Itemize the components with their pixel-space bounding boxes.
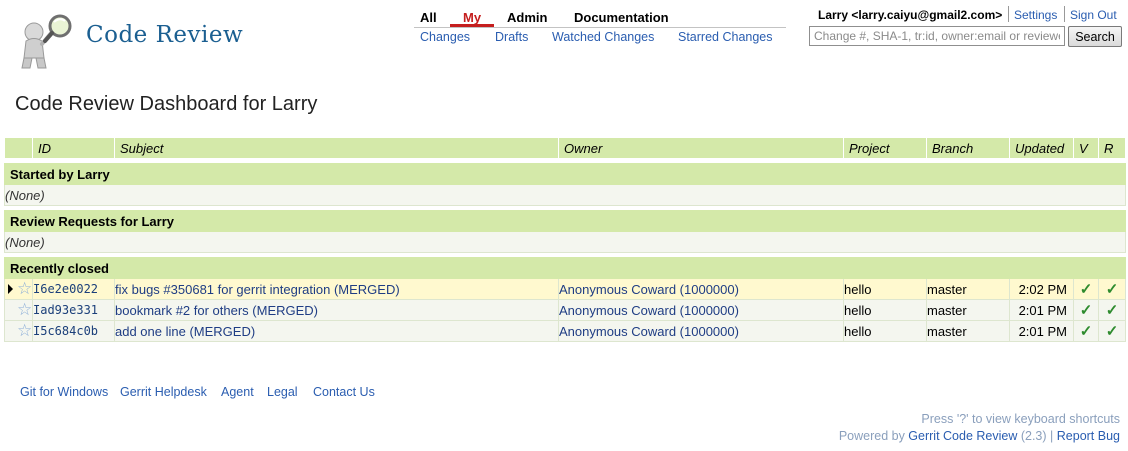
change-id[interactable]: I6e2e0022 bbox=[32, 278, 115, 300]
menu-divider bbox=[414, 27, 786, 28]
verified-check-icon: ✓ bbox=[1073, 299, 1099, 321]
star-icon[interactable]: ☆ bbox=[17, 322, 32, 341]
column-header-icons bbox=[4, 137, 33, 159]
tab-all[interactable]: All bbox=[420, 10, 437, 25]
change-id[interactable]: I5c684c0b bbox=[32, 320, 115, 342]
change-updated: 2:01 PM bbox=[1009, 299, 1074, 321]
powered-by: Powered by Gerrit Code Review (2.3) | Re… bbox=[838, 429, 1120, 443]
change-owner[interactable]: Anonymous Coward (1000000) bbox=[558, 320, 844, 342]
change-project[interactable]: hello bbox=[843, 299, 927, 321]
row-icons: ☆ bbox=[4, 278, 33, 300]
page-title: Code Review Dashboard for Larry bbox=[15, 93, 318, 115]
table-header-row: ID Subject Owner Project Branch Updated … bbox=[4, 137, 1126, 159]
subtab-drafts[interactable]: Drafts bbox=[495, 30, 528, 44]
verified-check-icon: ✓ bbox=[1073, 320, 1099, 342]
sign-out-link[interactable]: Sign Out bbox=[1070, 8, 1117, 22]
section-header-recently-closed: Recently closed bbox=[4, 257, 1126, 279]
column-header-project[interactable]: Project bbox=[843, 137, 927, 159]
row-icons: ☆ bbox=[4, 299, 33, 321]
row-icons: ☆ bbox=[4, 320, 33, 342]
review-check-icon: ✓ bbox=[1098, 320, 1126, 342]
star-icon[interactable]: ☆ bbox=[17, 301, 32, 320]
change-project[interactable]: hello bbox=[843, 320, 927, 342]
settings-link[interactable]: Settings bbox=[1014, 8, 1057, 22]
search-button[interactable]: Search bbox=[1068, 26, 1122, 47]
change-updated: 2:01 PM bbox=[1009, 320, 1074, 342]
change-updated: 2:02 PM bbox=[1009, 278, 1074, 300]
column-header-review[interactable]: R bbox=[1098, 137, 1126, 159]
verified-check-icon: ✓ bbox=[1073, 278, 1099, 300]
section-title: Recently closed bbox=[4, 257, 1126, 279]
change-subject[interactable]: add one line (MERGED) bbox=[114, 320, 559, 342]
section-title: Started by Larry bbox=[4, 163, 1126, 185]
account-divider bbox=[1008, 6, 1009, 22]
section-header-review-requests: Review Requests for Larry bbox=[4, 210, 1126, 232]
empty-row: (None) bbox=[4, 184, 1126, 206]
change-project[interactable]: hello bbox=[843, 278, 927, 300]
review-check-icon: ✓ bbox=[1098, 299, 1126, 321]
review-check-icon: ✓ bbox=[1098, 278, 1126, 300]
footer-link-legal[interactable]: Legal bbox=[267, 385, 298, 399]
column-header-subject[interactable]: Subject bbox=[114, 137, 559, 159]
empty-text: (None) bbox=[4, 184, 1126, 206]
app-title: Code Review bbox=[86, 22, 244, 48]
change-branch[interactable]: master bbox=[926, 278, 1010, 300]
keyboard-shortcut-hint: Press '?' to view keyboard shortcuts bbox=[921, 412, 1120, 426]
footer-link-agent[interactable]: Agent bbox=[221, 385, 254, 399]
change-subject[interactable]: fix bugs #350681 for gerrit integration … bbox=[114, 278, 559, 300]
account-divider bbox=[1064, 6, 1065, 22]
change-owner[interactable]: Anonymous Coward (1000000) bbox=[558, 278, 844, 300]
change-owner[interactable]: Anonymous Coward (1000000) bbox=[558, 299, 844, 321]
powered-by-prefix: Powered by bbox=[838, 429, 909, 443]
empty-row: (None) bbox=[4, 231, 1126, 253]
tab-documentation[interactable]: Documentation bbox=[574, 10, 669, 25]
report-bug-link[interactable]: Report Bug bbox=[1057, 429, 1120, 443]
section-title: Review Requests for Larry bbox=[4, 210, 1126, 232]
column-header-branch[interactable]: Branch bbox=[926, 137, 1010, 159]
gerrit-code-review-link[interactable]: Gerrit Code Review bbox=[908, 429, 1017, 443]
change-branch[interactable]: master bbox=[926, 299, 1010, 321]
column-header-updated[interactable]: Updated bbox=[1009, 137, 1074, 159]
empty-text: (None) bbox=[4, 231, 1126, 253]
section-header-started: Started by Larry bbox=[4, 163, 1126, 185]
change-id[interactable]: Iad93e331 bbox=[32, 299, 115, 321]
table-row[interactable]: ☆ I5c684c0b add one line (MERGED) Anonym… bbox=[4, 320, 1126, 342]
subtab-changes[interactable]: Changes bbox=[420, 30, 470, 44]
table-row[interactable]: ☆ Iad93e331 bookmark #2 for others (MERG… bbox=[4, 299, 1126, 321]
version-label: (2.3) bbox=[1017, 429, 1051, 443]
logo-icon bbox=[12, 10, 74, 70]
column-header-owner[interactable]: Owner bbox=[558, 137, 844, 159]
column-header-id[interactable]: ID bbox=[32, 137, 115, 159]
column-header-verified[interactable]: V bbox=[1073, 137, 1099, 159]
row-pointer-icon bbox=[8, 284, 13, 294]
tab-admin[interactable]: Admin bbox=[507, 10, 547, 25]
dashboard-table: ID Subject Owner Project Branch Updated … bbox=[4, 137, 1126, 342]
tab-my[interactable]: My bbox=[463, 10, 481, 25]
footer-link-git-for-windows[interactable]: Git for Windows bbox=[20, 385, 108, 399]
star-icon[interactable]: ☆ bbox=[17, 280, 32, 299]
change-subject[interactable]: bookmark #2 for others (MERGED) bbox=[114, 299, 559, 321]
change-branch[interactable]: master bbox=[926, 320, 1010, 342]
subtab-starred-changes[interactable]: Starred Changes bbox=[678, 30, 773, 44]
search-input[interactable] bbox=[809, 26, 1065, 46]
footer-link-contact-us[interactable]: Contact Us bbox=[313, 385, 375, 399]
subtab-watched-changes[interactable]: Watched Changes bbox=[552, 30, 654, 44]
user-account-label[interactable]: Larry <larry.caiyu@gmail2.com> bbox=[818, 8, 1002, 22]
footer-link-gerrit-helpdesk[interactable]: Gerrit Helpdesk bbox=[120, 385, 207, 399]
table-row[interactable]: ☆ I6e2e0022 fix bugs #350681 for gerrit … bbox=[4, 278, 1126, 300]
